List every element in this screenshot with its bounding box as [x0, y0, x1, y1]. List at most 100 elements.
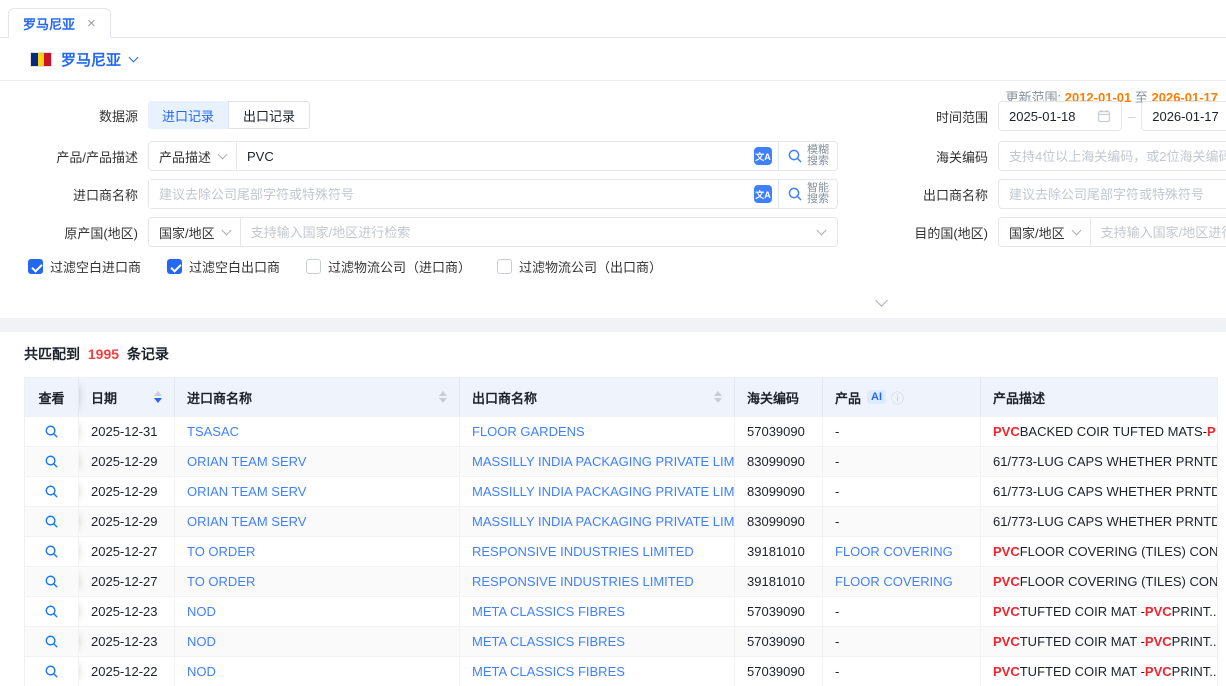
importer-link[interactable]: NOD: [187, 604, 216, 619]
importer-link[interactable]: ORIAN TEAM SERV: [187, 454, 306, 469]
translate-icon[interactable]: 文A: [754, 185, 772, 203]
view-record-button[interactable]: [44, 664, 59, 679]
view-record-button[interactable]: [44, 544, 59, 559]
product-link[interactable]: FLOOR COVERING: [835, 544, 953, 559]
view-record-button[interactable]: [44, 604, 59, 619]
end-date-value[interactable]: [1152, 102, 1226, 130]
importer-link[interactable]: TO ORDER: [187, 544, 255, 559]
description-cell: PVC BACKED COIR TUFTED MATS-P...: [981, 417, 1217, 446]
view-record-button[interactable]: [44, 454, 59, 469]
checkbox-icon[interactable]: [28, 259, 43, 274]
hs-code-label: 海关编码: [878, 147, 988, 166]
view-record-button[interactable]: [44, 574, 59, 589]
filter-checkbox-3[interactable]: 过滤物流公司（出口商）: [497, 257, 662, 276]
importer-input[interactable]: [149, 180, 754, 208]
sort-asc-icon[interactable]: [714, 391, 722, 396]
records-table: 查看日期进口商名称出口商名称海关编码产品AIⓘ产品描述 2025-12-31TS…: [24, 377, 1218, 686]
export-records-button[interactable]: 出口记录: [228, 101, 310, 129]
importer-link[interactable]: NOD: [187, 664, 216, 679]
fuzzy-search-button[interactable]: 模糊 搜索: [778, 142, 837, 170]
exporter-cell: MASSILLY INDIA PACKAGING PRIVATE LIMI...: [460, 447, 735, 476]
exporter-field[interactable]: [1009, 180, 1226, 208]
tab-romania[interactable]: 罗马尼亚 ×: [8, 8, 111, 38]
view-record-button[interactable]: [44, 514, 59, 529]
checkbox-icon[interactable]: [497, 259, 512, 274]
hs-code-input[interactable]: [998, 141, 1226, 171]
sort-control[interactable]: [431, 391, 447, 403]
smart-search-label: 智能 搜索: [807, 183, 829, 205]
end-date-input[interactable]: [1141, 101, 1226, 131]
product-type-select[interactable]: 产品描述: [149, 142, 237, 170]
start-date-value[interactable]: [1009, 102, 1097, 130]
column-header-exporter[interactable]: 出口商名称: [460, 378, 735, 416]
exporter-link[interactable]: MASSILLY INDIA PACKAGING PRIVATE LIMI...: [472, 454, 735, 469]
chevron-down-icon: [1071, 225, 1081, 235]
exporter-link[interactable]: META CLASSICS FIBRES: [472, 664, 625, 679]
table-row: 2025-12-23NODMETA CLASSICS FIBRES5703909…: [25, 596, 1217, 626]
sort-desc-icon[interactable]: [439, 398, 447, 403]
translate-icon[interactable]: 文A: [754, 147, 772, 165]
importer-link[interactable]: ORIAN TEAM SERV: [187, 514, 306, 529]
column-header-desc: 产品描述: [981, 378, 1217, 416]
view-record-button[interactable]: [44, 424, 59, 439]
exporter-link[interactable]: MASSILLY INDIA PACKAGING PRIVATE LIMI...: [472, 484, 735, 499]
import-records-button[interactable]: 进口记录: [148, 101, 228, 129]
importer-link[interactable]: NOD: [187, 634, 216, 649]
view-cell: [25, 567, 79, 596]
exporter-link[interactable]: FLOOR GARDENS: [472, 424, 585, 439]
exporter-input[interactable]: [998, 179, 1226, 209]
collapse-filters-button[interactable]: [868, 295, 894, 309]
chevron-down-icon[interactable]: [129, 52, 139, 62]
importer-cell: ORIAN TEAM SERV: [175, 507, 460, 536]
product-link[interactable]: FLOOR COVERING: [835, 574, 953, 589]
sort-asc-icon[interactable]: [154, 391, 162, 396]
tab-bar: 罗马尼亚 ×: [0, 0, 1226, 38]
sort-desc-icon[interactable]: [154, 398, 162, 403]
description-text: PRINT...: [1172, 664, 1217, 679]
filter-checkbox-2[interactable]: 过滤物流公司（进口商）: [306, 257, 471, 276]
description-cell: PVC FLOOR COVERING (TILES) CONT...: [981, 567, 1217, 596]
time-range-label: 时间范围: [878, 107, 988, 126]
exporter-link[interactable]: META CLASSICS FIBRES: [472, 634, 625, 649]
product-cell: -: [823, 657, 981, 686]
date-cell: 2025-12-29: [79, 477, 175, 506]
filter-panel: 更新范围: 2012-01-01 至 2026-01-17 数据源 进口记录 出…: [0, 80, 1226, 318]
view-record-button[interactable]: [44, 634, 59, 649]
page-title[interactable]: 罗马尼亚: [61, 49, 121, 70]
importer-link[interactable]: TSASAC: [187, 424, 239, 439]
close-icon[interactable]: ×: [87, 16, 96, 31]
hs-code-field[interactable]: [1009, 142, 1226, 170]
dest-type-select[interactable]: 国家/地区: [999, 218, 1091, 246]
hs-code-cell: 57039090: [735, 597, 823, 626]
exporter-link[interactable]: RESPONSIVE INDUSTRIES LIMITED: [472, 574, 694, 589]
view-cell: [25, 597, 79, 626]
view-record-button[interactable]: [44, 484, 59, 499]
filter-checkbox-0[interactable]: 过滤空白进口商: [28, 257, 141, 276]
smart-search-button[interactable]: 智能 搜索: [778, 180, 837, 208]
column-header-importer[interactable]: 进口商名称: [175, 378, 460, 416]
column-header-date[interactable]: 日期: [79, 378, 175, 416]
exporter-label: 出口商名称: [878, 185, 988, 204]
view-cell: [25, 447, 79, 476]
dest-country-input[interactable]: [1091, 218, 1226, 246]
importer-link[interactable]: TO ORDER: [187, 574, 255, 589]
sort-control[interactable]: [706, 391, 722, 403]
sort-control[interactable]: [146, 391, 162, 403]
exporter-link[interactable]: RESPONSIVE INDUSTRIES LIMITED: [472, 544, 694, 559]
exporter-cell: META CLASSICS FIBRES: [460, 657, 735, 686]
exporter-link[interactable]: MASSILLY INDIA PACKAGING PRIVATE LIMI...: [472, 514, 735, 529]
date-cell: 2025-12-31: [79, 417, 175, 446]
filter-checkbox-1[interactable]: 过滤空白出口商: [167, 257, 280, 276]
checkbox-icon[interactable]: [306, 259, 321, 274]
table-row: 2025-12-31TSASACFLOOR GARDENS57039090-PV…: [25, 416, 1217, 446]
origin-type-select[interactable]: 国家/地区: [149, 218, 241, 246]
product-search-input[interactable]: [237, 142, 754, 170]
description-cell: PVC FLOOR COVERING (TILES) CONT...: [981, 537, 1217, 566]
origin-country-input[interactable]: [241, 218, 818, 246]
sort-desc-icon[interactable]: [714, 398, 722, 403]
sort-asc-icon[interactable]: [439, 391, 447, 396]
exporter-link[interactable]: META CLASSICS FIBRES: [472, 604, 625, 619]
checkbox-icon[interactable]: [167, 259, 182, 274]
start-date-input[interactable]: [998, 101, 1122, 131]
importer-link[interactable]: ORIAN TEAM SERV: [187, 484, 306, 499]
